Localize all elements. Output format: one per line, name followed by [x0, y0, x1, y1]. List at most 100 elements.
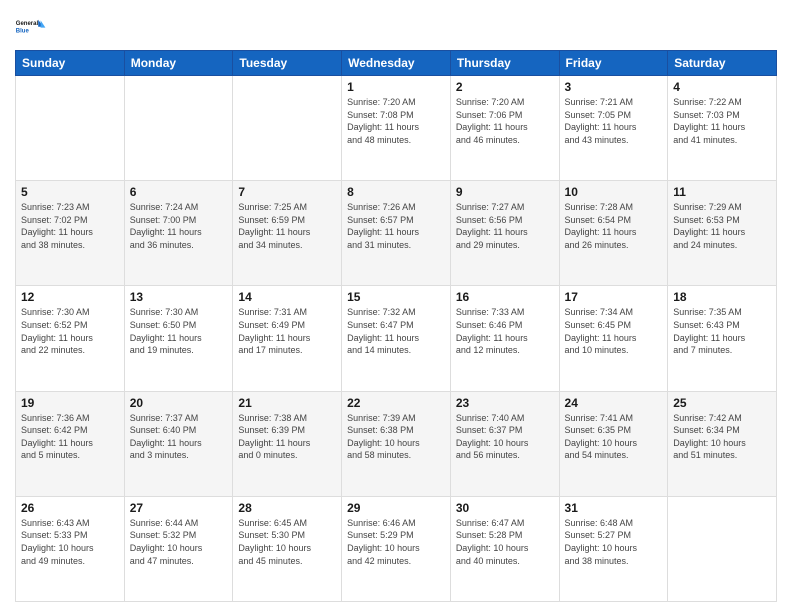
day-number: 21	[238, 396, 336, 410]
calendar-cell: 19Sunrise: 7:36 AM Sunset: 6:42 PM Dayli…	[16, 391, 125, 496]
calendar-cell: 31Sunrise: 6:48 AM Sunset: 5:27 PM Dayli…	[559, 496, 668, 601]
day-number: 12	[21, 290, 119, 304]
day-number: 5	[21, 185, 119, 199]
day-number: 18	[673, 290, 771, 304]
calendar-week-5: 26 Sunrise: 6:43 AM Sunset: 5:33 PM Dayli…	[16, 496, 777, 601]
calendar-cell: 7 Sunrise: 7:25 AM Sunset: 6:59 PM Daylig…	[233, 181, 342, 286]
calendar-cell: 3Sunrise: 7:21 AM Sunset: 7:05 PM Daylig…	[559, 76, 668, 181]
calendar-cell: 5Sunrise: 7:23 AM Sunset: 7:02 PM Daylig…	[16, 181, 125, 286]
svg-text:Blue: Blue	[16, 28, 30, 34]
weekday-header-friday: Friday	[559, 51, 668, 76]
day-info: Sunrise: 7:22 AM Sunset: 7:03 PM Dayligh…	[673, 96, 771, 146]
calendar-table: SundayMondayTuesdayWednesdayThursdayFrid…	[15, 50, 777, 602]
day-number: 1	[347, 80, 445, 94]
day-number: 15	[347, 290, 445, 304]
day-info: Sunrise: 7:42 AM Sunset: 6:34 PM Dayligh…	[673, 412, 771, 462]
day-info: Sunrise: 6:45 AM Sunset: 5:30 PM Dayligh…	[238, 517, 336, 567]
calendar-cell: 26 Sunrise: 6:43 AM Sunset: 5:33 PM Dayli…	[16, 496, 125, 601]
calendar-week-1: 1 Sunrise: 7:20 AM Sunset: 7:08 PM Daylig…	[16, 76, 777, 181]
day-info: Sunrise: 6:43 AM Sunset: 5:33 PM Dayligh…	[21, 517, 119, 567]
day-number: 16	[456, 290, 554, 304]
calendar-week-3: 12 Sunrise: 7:30 AM Sunset: 6:52 PM Dayli…	[16, 286, 777, 391]
day-info: Sunrise: 7:40 AM Sunset: 6:37 PM Dayligh…	[456, 412, 554, 462]
weekday-header-sunday: Sunday	[16, 51, 125, 76]
calendar-cell: 4 Sunrise: 7:22 AM Sunset: 7:03 PM Daylig…	[668, 76, 777, 181]
calendar-cell: 11 Sunrise: 7:29 AM Sunset: 6:53 PM Dayli…	[668, 181, 777, 286]
day-number: 23	[456, 396, 554, 410]
day-info: Sunrise: 7:33 AM Sunset: 6:46 PM Dayligh…	[456, 306, 554, 356]
weekday-header-saturday: Saturday	[668, 51, 777, 76]
calendar-week-4: 19Sunrise: 7:36 AM Sunset: 6:42 PM Dayli…	[16, 391, 777, 496]
day-number: 11	[673, 185, 771, 199]
day-number: 22	[347, 396, 445, 410]
day-info: Sunrise: 6:46 AM Sunset: 5:29 PM Dayligh…	[347, 517, 445, 567]
day-info: Sunrise: 7:20 AM Sunset: 7:06 PM Dayligh…	[456, 96, 554, 146]
day-number: 27	[130, 501, 228, 515]
day-info: Sunrise: 7:30 AM Sunset: 6:52 PM Dayligh…	[21, 306, 119, 356]
weekday-header-thursday: Thursday	[450, 51, 559, 76]
header: GeneralBlue	[15, 10, 777, 42]
day-info: Sunrise: 7:28 AM Sunset: 6:54 PM Dayligh…	[565, 201, 663, 251]
day-info: Sunrise: 7:35 AM Sunset: 6:43 PM Dayligh…	[673, 306, 771, 356]
day-number: 7	[238, 185, 336, 199]
calendar-cell: 12 Sunrise: 7:30 AM Sunset: 6:52 PM Dayli…	[16, 286, 125, 391]
calendar-cell: 17Sunrise: 7:34 AM Sunset: 6:45 PM Dayli…	[559, 286, 668, 391]
calendar-cell: 13 Sunrise: 7:30 AM Sunset: 6:50 PM Dayli…	[124, 286, 233, 391]
calendar-cell: 22 Sunrise: 7:39 AM Sunset: 6:38 PM Dayli…	[342, 391, 451, 496]
day-number: 13	[130, 290, 228, 304]
day-info: Sunrise: 7:39 AM Sunset: 6:38 PM Dayligh…	[347, 412, 445, 462]
day-info: Sunrise: 6:44 AM Sunset: 5:32 PM Dayligh…	[130, 517, 228, 567]
calendar-week-2: 5Sunrise: 7:23 AM Sunset: 7:02 PM Daylig…	[16, 181, 777, 286]
weekday-header-row: SundayMondayTuesdayWednesdayThursdayFrid…	[16, 51, 777, 76]
day-number: 28	[238, 501, 336, 515]
day-info: Sunrise: 6:47 AM Sunset: 5:28 PM Dayligh…	[456, 517, 554, 567]
day-number: 10	[565, 185, 663, 199]
day-number: 25	[673, 396, 771, 410]
day-number: 8	[347, 185, 445, 199]
calendar-cell: 6Sunrise: 7:24 AM Sunset: 7:00 PM Daylig…	[124, 181, 233, 286]
page: GeneralBlue SundayMondayTuesdayWednesday…	[0, 0, 792, 612]
calendar-cell: 21 Sunrise: 7:38 AM Sunset: 6:39 PM Dayli…	[233, 391, 342, 496]
calendar-cell: 16 Sunrise: 7:33 AM Sunset: 6:46 PM Dayli…	[450, 286, 559, 391]
day-info: Sunrise: 7:32 AM Sunset: 6:47 PM Dayligh…	[347, 306, 445, 356]
calendar-cell: 23 Sunrise: 7:40 AM Sunset: 6:37 PM Dayli…	[450, 391, 559, 496]
calendar-cell: 20 Sunrise: 7:37 AM Sunset: 6:40 PM Dayli…	[124, 391, 233, 496]
calendar-cell: 2 Sunrise: 7:20 AM Sunset: 7:06 PM Daylig…	[450, 76, 559, 181]
day-number: 26	[21, 501, 119, 515]
calendar-cell: 18 Sunrise: 7:35 AM Sunset: 6:43 PM Dayli…	[668, 286, 777, 391]
calendar-cell: 30 Sunrise: 6:47 AM Sunset: 5:28 PM Dayli…	[450, 496, 559, 601]
weekday-header-tuesday: Tuesday	[233, 51, 342, 76]
calendar-cell: 9 Sunrise: 7:27 AM Sunset: 6:56 PM Daylig…	[450, 181, 559, 286]
calendar-cell: 24Sunrise: 7:41 AM Sunset: 6:35 PM Dayli…	[559, 391, 668, 496]
day-info: Sunrise: 7:29 AM Sunset: 6:53 PM Dayligh…	[673, 201, 771, 251]
calendar-cell: 8Sunrise: 7:26 AM Sunset: 6:57 PM Daylig…	[342, 181, 451, 286]
calendar-cell: 27 Sunrise: 6:44 AM Sunset: 5:32 PM Dayli…	[124, 496, 233, 601]
day-info: Sunrise: 7:21 AM Sunset: 7:05 PM Dayligh…	[565, 96, 663, 146]
day-info: Sunrise: 7:20 AM Sunset: 7:08 PM Dayligh…	[347, 96, 445, 146]
day-info: Sunrise: 7:38 AM Sunset: 6:39 PM Dayligh…	[238, 412, 336, 462]
day-number: 24	[565, 396, 663, 410]
day-info: Sunrise: 7:25 AM Sunset: 6:59 PM Dayligh…	[238, 201, 336, 251]
day-number: 14	[238, 290, 336, 304]
calendar-cell: 10 Sunrise: 7:28 AM Sunset: 6:54 PM Dayli…	[559, 181, 668, 286]
weekday-header-monday: Monday	[124, 51, 233, 76]
day-info: Sunrise: 7:34 AM Sunset: 6:45 PM Dayligh…	[565, 306, 663, 356]
day-info: Sunrise: 7:27 AM Sunset: 6:56 PM Dayligh…	[456, 201, 554, 251]
calendar-cell: 28 Sunrise: 6:45 AM Sunset: 5:30 PM Dayli…	[233, 496, 342, 601]
day-number: 2	[456, 80, 554, 94]
weekday-header-wednesday: Wednesday	[342, 51, 451, 76]
calendar-cell	[16, 76, 125, 181]
day-info: Sunrise: 7:24 AM Sunset: 7:00 PM Dayligh…	[130, 201, 228, 251]
calendar-cell: 29Sunrise: 6:46 AM Sunset: 5:29 PM Dayli…	[342, 496, 451, 601]
day-number: 20	[130, 396, 228, 410]
day-number: 4	[673, 80, 771, 94]
day-info: Sunrise: 7:37 AM Sunset: 6:40 PM Dayligh…	[130, 412, 228, 462]
calendar-cell	[233, 76, 342, 181]
day-number: 19	[21, 396, 119, 410]
day-info: Sunrise: 7:31 AM Sunset: 6:49 PM Dayligh…	[238, 306, 336, 356]
logo: GeneralBlue	[15, 10, 47, 42]
day-number: 30	[456, 501, 554, 515]
day-info: Sunrise: 7:30 AM Sunset: 6:50 PM Dayligh…	[130, 306, 228, 356]
logo-icon: GeneralBlue	[15, 10, 47, 42]
day-number: 9	[456, 185, 554, 199]
